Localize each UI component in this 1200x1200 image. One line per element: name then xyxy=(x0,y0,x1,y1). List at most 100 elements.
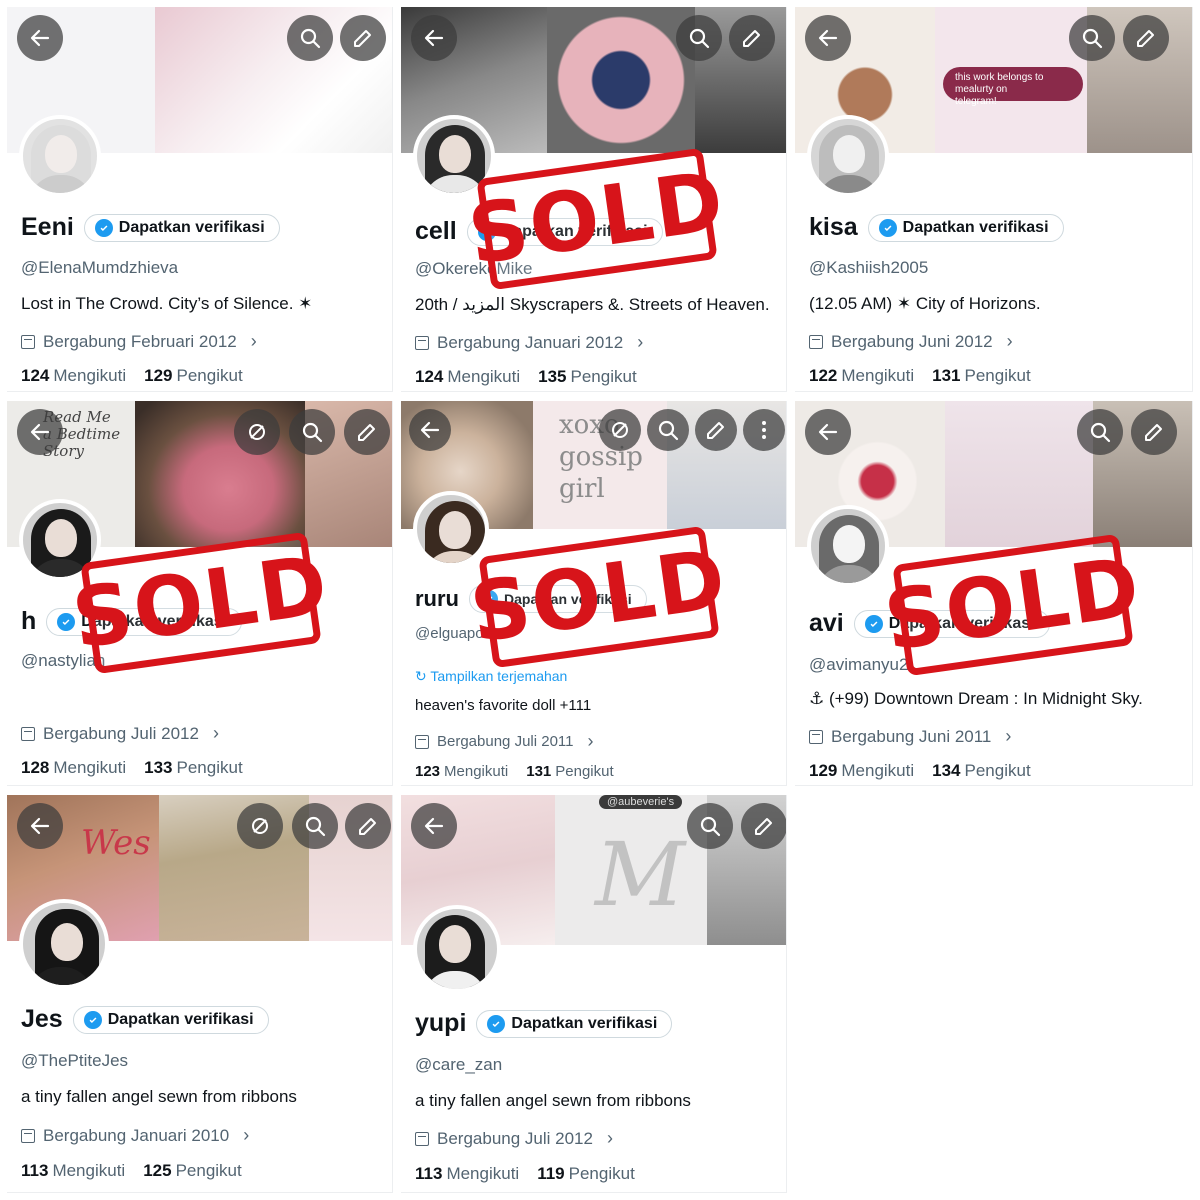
bio: (12.05 AM) ✶ City of Horizons. xyxy=(809,294,1041,313)
following-link[interactable]: 122 Mengikuti xyxy=(809,366,914,386)
back-button[interactable] xyxy=(17,803,63,849)
bio: a tiny fallen angel sewn from ribbons xyxy=(21,1087,297,1106)
following-link[interactable]: 129 Mengikuti xyxy=(809,761,914,781)
following-link[interactable]: 128 Mengikuti xyxy=(21,758,126,778)
verified-badge-icon xyxy=(94,218,113,237)
search-button[interactable] xyxy=(1069,15,1115,61)
followers-link[interactable]: 119 Pengikut xyxy=(537,1164,635,1184)
back-button[interactable] xyxy=(17,15,63,61)
bio: heaven's favorite doll +111 xyxy=(415,697,592,714)
translate-banner-button[interactable] xyxy=(599,409,641,451)
search-button[interactable] xyxy=(647,409,689,451)
following-link[interactable]: 124 Mengikuti xyxy=(415,367,520,387)
search-button[interactable] xyxy=(292,803,338,849)
following-link[interactable]: 113 Mengikuti xyxy=(415,1164,519,1184)
profile-card-jes: Wes Jes Dapatkan verifikasi @ThePtiteJes… xyxy=(7,795,393,1193)
profile-card-ruru: xoxo gossip girl ruru Dapatkan verifikas… xyxy=(401,401,787,786)
joined-date[interactable]: Bergabung Juni 2011 › xyxy=(809,726,1011,747)
followers-link[interactable]: 135 Pengikut xyxy=(538,367,637,387)
joined-label: Bergabung Januari 2012 xyxy=(437,332,624,352)
get-verified-label: Dapatkan verifikasi xyxy=(118,218,265,236)
back-button[interactable] xyxy=(17,409,63,455)
followers-count: 131 xyxy=(932,366,961,385)
joined-date[interactable]: Bergabung Februari 2012 › xyxy=(21,331,257,352)
show-translation-link[interactable]: ↻ Tampilkan terjemahan xyxy=(415,668,567,685)
avatar[interactable] xyxy=(413,905,501,993)
following-count: 123 xyxy=(415,763,441,780)
sold-stamp: SOLD xyxy=(463,147,731,291)
followers-link[interactable]: 134 Pengikut xyxy=(932,761,1031,781)
joined-label: Bergabung Februari 2012 xyxy=(43,331,237,351)
joined-date[interactable]: Bergabung Juli 2011 › xyxy=(415,731,594,752)
search-button[interactable] xyxy=(289,409,335,455)
edit-button[interactable] xyxy=(1131,409,1177,455)
following-link[interactable]: 123 Mengikuti xyxy=(415,763,508,780)
display-name: kisa xyxy=(809,213,858,241)
calendar-icon xyxy=(809,729,823,744)
following-label: Mengikuti xyxy=(444,763,509,780)
more-options-button[interactable] xyxy=(743,409,785,451)
get-verified-button[interactable]: Dapatkan verifikasi xyxy=(867,213,1064,242)
following-count: 124 xyxy=(21,366,50,385)
aubeverie-tag: @aubeverie's xyxy=(599,795,683,809)
translate-banner-button[interactable] xyxy=(234,409,280,455)
followers-link[interactable]: 125 Pengikut xyxy=(143,1161,242,1181)
followers-count: 129 xyxy=(144,366,173,385)
joined-date[interactable]: Bergabung Juli 2012 › xyxy=(415,1128,613,1149)
edit-button[interactable] xyxy=(741,803,786,849)
follow-stats: 124 Mengikuti 129 Pengikut xyxy=(21,366,243,386)
avatar[interactable] xyxy=(807,115,889,197)
followers-label: Pengikut xyxy=(555,763,614,780)
back-button[interactable] xyxy=(805,409,851,455)
followers-count: 133 xyxy=(144,758,173,777)
display-name: avi xyxy=(809,609,844,637)
followers-link[interactable]: 131 Pengikut xyxy=(932,366,1031,386)
following-count: 124 xyxy=(415,367,444,386)
followers-link[interactable]: 131 Pengikut xyxy=(526,763,613,780)
joined-date[interactable]: Bergabung Juni 2012 › xyxy=(809,331,1013,352)
joined-label: Bergabung Juli 2012 xyxy=(437,1128,593,1148)
calendar-icon xyxy=(415,734,429,749)
back-button[interactable] xyxy=(409,409,451,451)
search-button[interactable] xyxy=(1077,409,1123,455)
avatar[interactable] xyxy=(19,115,101,197)
joined-date[interactable]: Bergabung Juli 2012 › xyxy=(21,723,219,744)
handle: @care_zan xyxy=(415,1055,503,1074)
script-m-decoration: M xyxy=(595,823,686,926)
following-link[interactable]: 124 Mengikuti xyxy=(21,366,126,386)
edit-button[interactable] xyxy=(1123,15,1169,61)
get-verified-button[interactable]: Dapatkan verifikasi xyxy=(476,1009,673,1038)
avatar[interactable] xyxy=(807,505,889,587)
verified-badge-icon xyxy=(83,1010,102,1029)
follow-stats: 113 Mengikuti 119 Pengikut xyxy=(415,1164,635,1184)
get-verified-label: Dapatkan verifikasi xyxy=(107,1010,254,1028)
followers-link[interactable]: 129 Pengikut xyxy=(144,366,243,386)
avatar[interactable] xyxy=(413,491,489,567)
get-verified-button[interactable]: Dapatkan verifikasi xyxy=(83,213,280,242)
edit-button[interactable] xyxy=(729,15,775,61)
followers-label: Pengikut xyxy=(964,366,1031,385)
search-button[interactable] xyxy=(676,15,722,61)
get-verified-button[interactable]: Dapatkan verifikasi xyxy=(72,1005,269,1034)
back-button[interactable] xyxy=(805,15,851,61)
back-button[interactable] xyxy=(411,15,457,61)
followers-link[interactable]: 133 Pengikut xyxy=(144,758,243,778)
avatar[interactable] xyxy=(19,899,109,989)
edit-button[interactable] xyxy=(695,409,737,451)
joined-label: Bergabung Januari 2010 xyxy=(43,1125,230,1145)
telegram-note: this work belongs to mealurty on telegra… xyxy=(943,67,1083,107)
search-button[interactable] xyxy=(687,803,733,849)
following-link[interactable]: 113 Mengikuti xyxy=(21,1161,125,1181)
profile-card-kisa: this work belongs to mealurty on telegra… xyxy=(795,7,1193,392)
joined-date[interactable]: Bergabung Januari 2012 › xyxy=(415,332,643,353)
joined-date[interactable]: Bergabung Januari 2010 › xyxy=(21,1125,249,1146)
back-button[interactable] xyxy=(411,803,457,849)
edit-button[interactable] xyxy=(344,409,390,455)
search-button[interactable] xyxy=(287,15,333,61)
following-label: Mengikuti xyxy=(446,1164,520,1183)
followers-count: 119 xyxy=(537,1164,565,1183)
edit-button[interactable] xyxy=(340,15,386,61)
following-label: Mengikuti xyxy=(52,1161,126,1180)
edit-button[interactable] xyxy=(345,803,391,849)
translate-banner-button[interactable] xyxy=(237,803,283,849)
